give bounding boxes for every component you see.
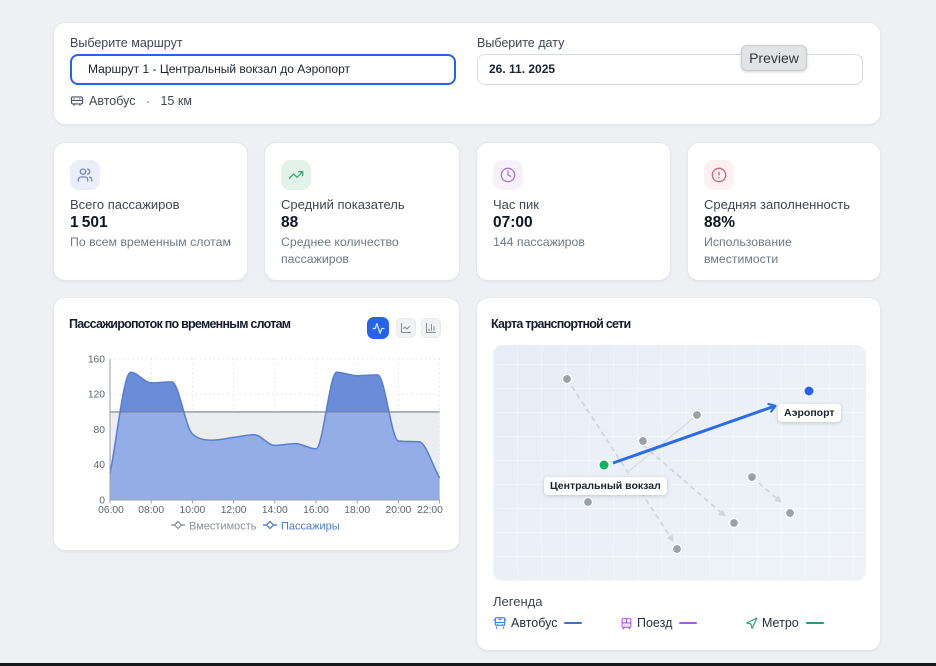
svg-text:14:00: 14:00 — [262, 505, 288, 516]
svg-text:160: 160 — [88, 355, 105, 366]
svg-text:80: 80 — [94, 425, 106, 436]
svg-text:Вместимость: Вместимость — [189, 521, 257, 533]
svg-text:40: 40 — [94, 460, 106, 471]
svg-text:08:00: 08:00 — [138, 505, 164, 516]
svg-text:10:00: 10:00 — [180, 505, 206, 516]
svg-text:22:00: 22:00 — [417, 505, 443, 516]
svg-text:16:00: 16:00 — [303, 505, 329, 516]
svg-text:Пассажиры: Пассажиры — [281, 521, 340, 533]
svg-text:06:00: 06:00 — [98, 505, 124, 516]
svg-text:20:00: 20:00 — [386, 505, 412, 516]
svg-text:12:00: 12:00 — [221, 505, 247, 516]
svg-text:120: 120 — [88, 390, 105, 401]
svg-text:18:00: 18:00 — [344, 505, 370, 516]
